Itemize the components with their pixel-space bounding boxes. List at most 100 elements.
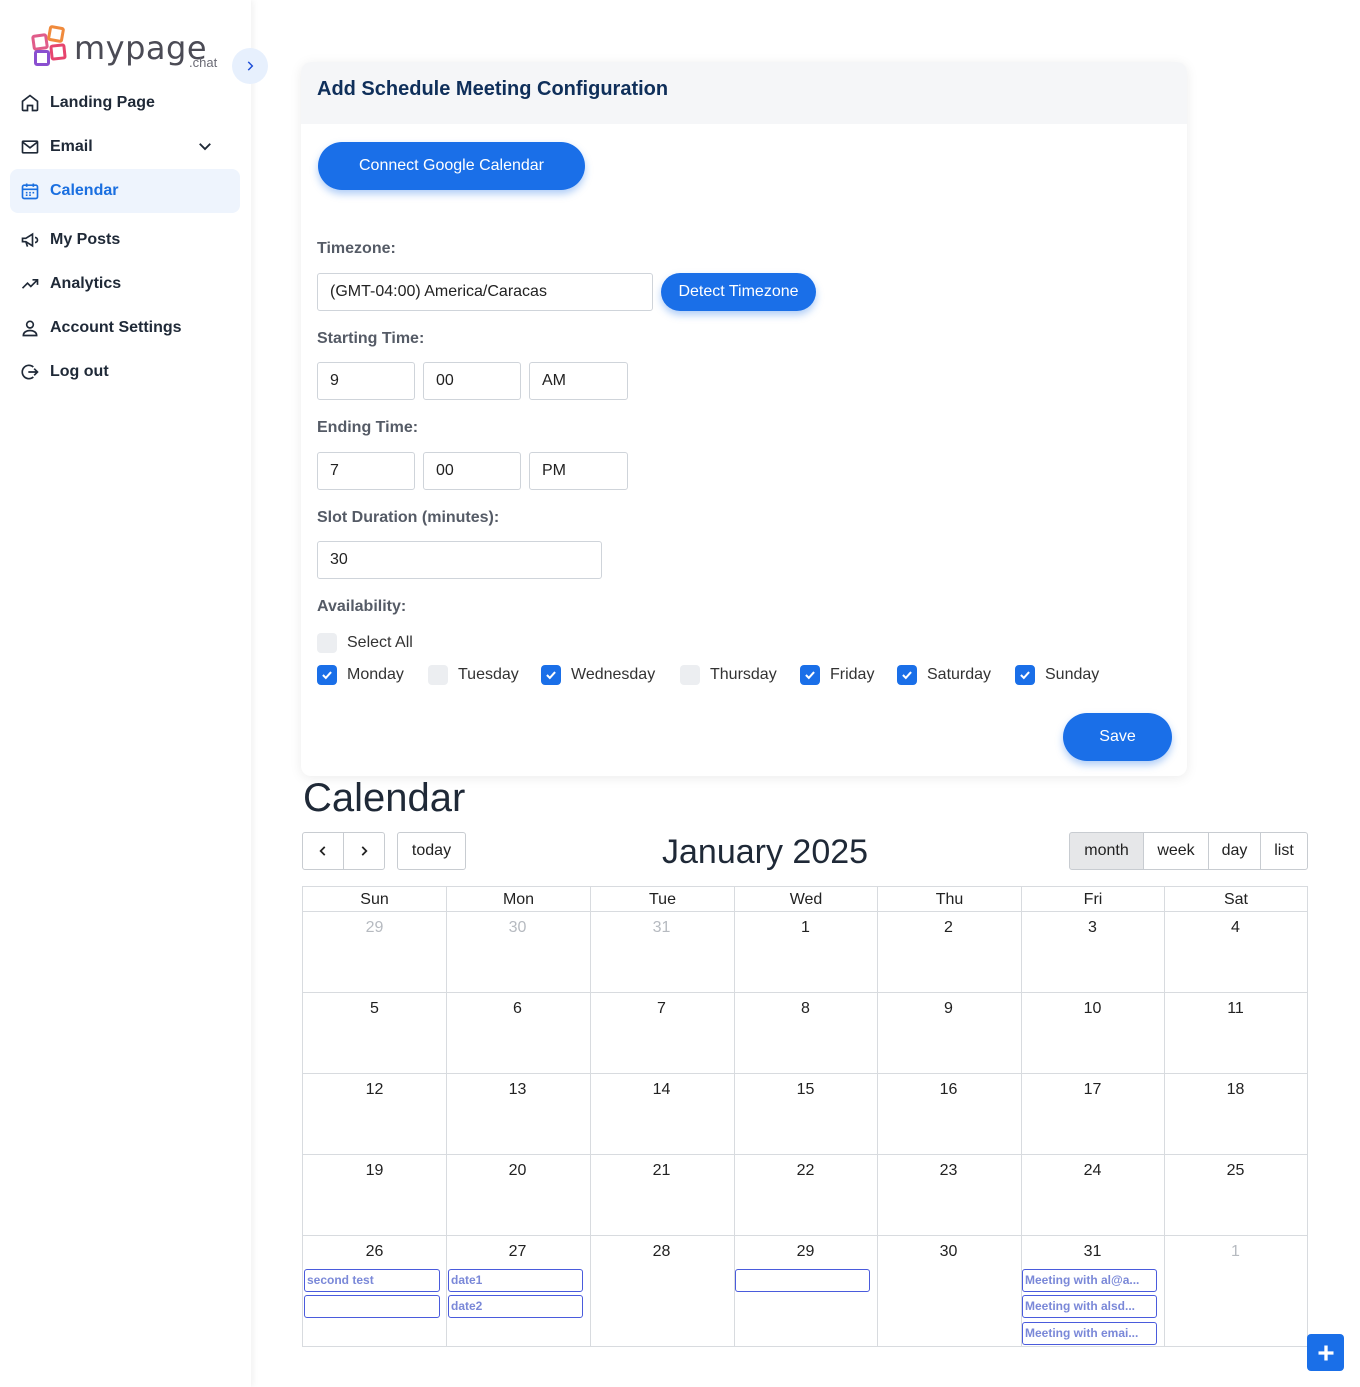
day-number[interactable]: 30 bbox=[446, 919, 589, 937]
day-checkbox-thursday[interactable]: Thursday bbox=[680, 665, 777, 685]
day-number[interactable]: 15 bbox=[734, 1081, 877, 1099]
day-checkbox-saturday[interactable]: Saturday bbox=[897, 665, 991, 685]
calendar-event[interactable] bbox=[735, 1269, 870, 1292]
day-number[interactable]: 18 bbox=[1164, 1081, 1307, 1099]
day-number[interactable]: 28 bbox=[590, 1243, 733, 1261]
day-checkbox-tuesday[interactable]: Tuesday bbox=[428, 665, 519, 685]
view-list-button[interactable]: list bbox=[1260, 832, 1308, 870]
day-number[interactable]: 7 bbox=[590, 1000, 733, 1018]
day-number[interactable]: 30 bbox=[877, 1243, 1020, 1261]
checkmark-icon[interactable] bbox=[541, 665, 561, 685]
logout-icon bbox=[21, 364, 39, 380]
day-number[interactable]: 3 bbox=[1021, 919, 1164, 937]
calendar-event[interactable] bbox=[304, 1295, 440, 1318]
weekday-header: Fri bbox=[1021, 887, 1164, 912]
save-button[interactable]: Save bbox=[1063, 713, 1172, 761]
calendar-event[interactable]: Meeting with al@a... bbox=[1022, 1269, 1157, 1292]
day-number[interactable]: 8 bbox=[734, 1000, 877, 1018]
day-checkbox-sunday[interactable]: Sunday bbox=[1015, 665, 1099, 685]
trend-icon bbox=[21, 279, 39, 289]
day-checkbox-monday[interactable]: Monday bbox=[317, 665, 404, 685]
day-number[interactable]: 25 bbox=[1164, 1162, 1307, 1180]
calendar-event[interactable]: date1 bbox=[448, 1269, 583, 1292]
home-icon bbox=[21, 94, 39, 112]
start-hour-select[interactable]: 9 bbox=[317, 362, 415, 400]
day-number[interactable]: 11 bbox=[1164, 1000, 1307, 1018]
day-number[interactable]: 22 bbox=[734, 1162, 877, 1180]
day-number[interactable]: 19 bbox=[303, 1162, 446, 1180]
day-number[interactable]: 20 bbox=[446, 1162, 589, 1180]
timezone-select[interactable]: (GMT-04:00) America/Caracas bbox=[317, 273, 653, 311]
user-icon bbox=[22, 320, 38, 337]
day-number[interactable]: 14 bbox=[590, 1081, 733, 1099]
sidebar-item-my-posts[interactable]: My Posts bbox=[10, 218, 240, 262]
sidebar-item-label: Log out bbox=[50, 363, 109, 380]
checkmark-icon[interactable] bbox=[800, 665, 820, 685]
checkmark-icon[interactable] bbox=[897, 665, 917, 685]
slot-duration-input[interactable]: 30 bbox=[317, 541, 602, 579]
add-event-button[interactable] bbox=[1307, 1334, 1344, 1371]
brand-logo[interactable]: mypage .chat bbox=[30, 24, 217, 70]
day-number[interactable]: 16 bbox=[877, 1081, 1020, 1099]
day-number[interactable]: 6 bbox=[446, 1000, 589, 1018]
sidebar-item-log-out[interactable]: Log out bbox=[10, 350, 240, 394]
weekday-header: Tue bbox=[590, 887, 734, 912]
sidebar-item-landing-page[interactable]: Landing Page bbox=[10, 81, 240, 125]
day-number[interactable]: 12 bbox=[303, 1081, 446, 1099]
checkbox-box[interactable] bbox=[428, 665, 448, 685]
select-all-checkbox[interactable]: Select All bbox=[317, 633, 413, 653]
chevron-down-icon[interactable] bbox=[196, 137, 214, 155]
connect-google-calendar-button[interactable]: Connect Google Calendar bbox=[318, 142, 585, 190]
grid-line bbox=[303, 1073, 1307, 1074]
checkmark-icon[interactable] bbox=[1015, 665, 1035, 685]
sidebar-item-email[interactable]: Email bbox=[10, 125, 240, 169]
day-number[interactable]: 10 bbox=[1021, 1000, 1164, 1018]
day-number[interactable]: 31 bbox=[1021, 1243, 1164, 1261]
calendar-event[interactable]: Meeting with emai... bbox=[1022, 1322, 1157, 1345]
day-number[interactable]: 26 bbox=[303, 1243, 446, 1261]
end-ampm-select[interactable]: PM bbox=[529, 452, 628, 490]
day-number[interactable]: 1 bbox=[1164, 1243, 1307, 1261]
day-number[interactable]: 1 bbox=[734, 919, 877, 937]
calendar-event[interactable]: second test bbox=[304, 1269, 440, 1292]
day-number[interactable]: 29 bbox=[734, 1243, 877, 1261]
detect-timezone-button[interactable]: Detect Timezone bbox=[661, 273, 816, 311]
view-day-button[interactable]: day bbox=[1208, 832, 1261, 870]
day-number[interactable]: 9 bbox=[877, 1000, 1020, 1018]
calendar-event[interactable]: date2 bbox=[448, 1295, 583, 1318]
prev-month-button[interactable] bbox=[302, 832, 344, 870]
day-checkbox-friday[interactable]: Friday bbox=[800, 665, 874, 685]
next-month-button[interactable] bbox=[343, 832, 385, 870]
end-hour-select[interactable]: 7 bbox=[317, 452, 415, 490]
start-ampm-select[interactable]: AM bbox=[529, 362, 628, 400]
day-number[interactable]: 21 bbox=[590, 1162, 733, 1180]
checkbox-box[interactable] bbox=[680, 665, 700, 685]
weekday-header: Mon bbox=[446, 887, 590, 912]
day-number[interactable]: 17 bbox=[1021, 1081, 1164, 1099]
day-number[interactable]: 24 bbox=[1021, 1162, 1164, 1180]
checkbox-label: Friday bbox=[830, 666, 875, 683]
brand-name: mypage bbox=[74, 29, 208, 67]
day-number[interactable]: 4 bbox=[1164, 919, 1307, 937]
sidebar-item-account-settings[interactable]: Account Settings bbox=[10, 306, 240, 350]
day-number[interactable]: 2 bbox=[877, 919, 1020, 937]
checkmark-icon[interactable] bbox=[317, 665, 337, 685]
start-minute-select[interactable]: 00 bbox=[423, 362, 521, 400]
sidebar-toggle-button[interactable] bbox=[232, 48, 268, 84]
today-button[interactable]: today bbox=[397, 832, 466, 870]
checkbox-box[interactable] bbox=[317, 633, 337, 653]
day-checkbox-wednesday[interactable]: Wednesday bbox=[541, 665, 655, 685]
day-number[interactable]: 27 bbox=[446, 1243, 589, 1261]
sidebar-item-analytics[interactable]: Analytics bbox=[10, 262, 240, 306]
end-minute-select[interactable]: 00 bbox=[423, 452, 521, 490]
calendar-event[interactable]: Meeting with alsd... bbox=[1022, 1295, 1157, 1318]
view-month-button[interactable]: month bbox=[1069, 832, 1144, 870]
day-number[interactable]: 31 bbox=[590, 919, 733, 937]
day-number[interactable]: 13 bbox=[446, 1081, 589, 1099]
schedule-config-card: Add Schedule Meeting Configuration Conne… bbox=[301, 62, 1187, 776]
sidebar-item-calendar[interactable]: Calendar bbox=[10, 169, 240, 213]
day-number[interactable]: 23 bbox=[877, 1162, 1020, 1180]
view-week-button[interactable]: week bbox=[1143, 832, 1209, 870]
day-number[interactable]: 5 bbox=[303, 1000, 446, 1018]
day-number[interactable]: 29 bbox=[303, 919, 446, 937]
